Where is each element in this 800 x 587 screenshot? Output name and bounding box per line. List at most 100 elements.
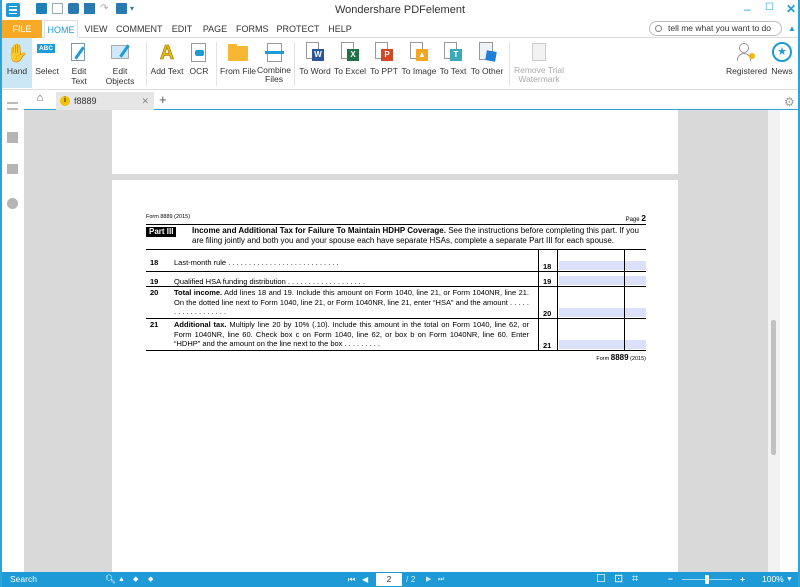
home-icon[interactable]: ⌂ [30, 92, 50, 110]
tab-file[interactable]: FILE [2, 20, 42, 38]
registered-label: Registered [726, 66, 768, 76]
single-page-view-icon[interactable]: ☐ [596, 574, 606, 585]
tab-home[interactable]: HOME [44, 20, 78, 38]
to-image-button[interactable]: ▲ To Image [401, 38, 437, 88]
zoom-dropdown-icon[interactable]: ▼ [786, 574, 793, 585]
line-number: 20 [150, 288, 159, 297]
tab-edit[interactable]: EDIT [170, 20, 194, 38]
title-bar: ↷ ▾ Wondershare PDFelement – ☐ ✕ [2, 0, 798, 20]
zoom-slider-thumb[interactable] [705, 575, 709, 584]
to-text-button[interactable]: T To Text [438, 38, 468, 88]
tab-help[interactable]: HELP [328, 20, 352, 38]
tab-protect[interactable]: PROTECT [276, 20, 320, 38]
amount-field-20[interactable] [559, 308, 646, 317]
to-text-label: To Text [439, 66, 467, 76]
to-ppt-label: To PPT [370, 66, 398, 76]
to-other-icon [476, 42, 498, 64]
registered-button[interactable]: Registered [726, 38, 768, 88]
amount-field-21[interactable] [559, 340, 646, 349]
scrollbar-thumb[interactable] [771, 320, 776, 455]
zoom-level[interactable]: 100% [762, 574, 784, 585]
fit-page-icon[interactable]: ⊡ [614, 574, 623, 585]
settings-gear-icon[interactable]: ⚙ [784, 96, 796, 108]
tab-comment[interactable]: COMMENT [116, 20, 163, 38]
find-icon[interactable]: 🔍︎ [105, 574, 116, 585]
cents-divider [624, 272, 625, 287]
left-sidebar [2, 90, 24, 572]
select-button[interactable]: ABC Select [34, 38, 60, 88]
registered-user-icon [735, 42, 757, 64]
tab-view[interactable]: VIEW [82, 20, 110, 38]
cents-divider [624, 287, 625, 319]
remove-watermark-button[interactable]: Remove Trial Watermark [511, 38, 567, 88]
line-desc: Multiply line 20 by 10% (.10). Include t… [174, 320, 530, 348]
to-ppt-button[interactable]: P To PPT [368, 38, 400, 88]
comment-panel-icon[interactable] [7, 164, 18, 174]
edit-text-icon [68, 42, 90, 64]
form-header-text: Form 8889 (2015) [146, 214, 191, 220]
folder-icon [227, 42, 249, 64]
next-page-icon[interactable]: ▶ [426, 574, 431, 585]
close-icon[interactable]: ✕ [786, 2, 796, 16]
maximize-icon[interactable]: ☐ [765, 2, 774, 13]
tab-page[interactable]: PAGE [202, 20, 228, 38]
previous-result-icon[interactable]: ▲ [118, 574, 125, 585]
form-line-21: 21 Additional tax. Multiply line 20 by 1… [146, 319, 646, 351]
from-file-label: From File [220, 66, 256, 76]
add-text-label: Add Text [150, 66, 184, 76]
hand-button[interactable]: ✋ Hand [2, 38, 32, 88]
to-word-icon: W [304, 42, 326, 64]
amount-field-19[interactable] [559, 276, 646, 285]
page-number: 2 [641, 213, 646, 223]
close-tab-icon[interactable]: ✕ [141, 92, 149, 110]
last-page-icon[interactable]: ⏭ [438, 574, 444, 585]
new-tab-button[interactable]: + [159, 92, 167, 107]
line-number: 19 [150, 277, 159, 286]
add-text-button[interactable]: A Add Text [150, 38, 184, 88]
edit-objects-button[interactable]: Edit Objects [98, 38, 142, 88]
edit-text-button[interactable]: Edit Text [63, 38, 95, 88]
ribbon-separator [146, 42, 147, 86]
to-other-button[interactable]: To Other [469, 38, 505, 88]
line-desc: Add lines 18 and 19. Include this amount… [174, 288, 529, 316]
previous-page-icon[interactable]: ◀ [362, 574, 368, 585]
cents-divider [624, 250, 625, 272]
amount-field-18[interactable] [559, 261, 646, 270]
search-status-button[interactable]: Search [10, 574, 37, 585]
doc-tab-f8889[interactable]: i f8889 ✕ [56, 92, 154, 110]
news-star-icon: ★ [771, 42, 793, 64]
search-panel-icon[interactable] [7, 198, 18, 209]
page-number-input[interactable]: 2 [376, 573, 402, 586]
ribbon-separator [216, 42, 217, 86]
doc-tab-label: f8889 [74, 96, 97, 106]
hand-label: Hand [6, 66, 28, 76]
line-text: Qualified HSA funding distribution . . .… [174, 277, 529, 287]
minimize-icon[interactable]: – [744, 2, 751, 16]
next-match-icon[interactable]: ◆ [148, 574, 153, 585]
collapse-ribbon-icon[interactable]: ▲ [788, 24, 796, 33]
from-file-button[interactable]: From File [220, 38, 256, 88]
ocr-label: OCR [189, 66, 209, 76]
remove-watermark-label: Remove Trial Watermark [513, 65, 565, 84]
to-word-button[interactable]: W To Word [298, 38, 332, 88]
document-canvas[interactable]: Form 8889 (2015) Page 2 Part III Income … [24, 110, 768, 572]
line-text: Additional tax. Multiply line 20 by 10% … [174, 320, 529, 349]
first-page-icon[interactable]: ⏮ [348, 574, 355, 585]
bookmark-icon[interactable] [7, 132, 18, 143]
vertical-scrollbar[interactable] [768, 110, 780, 572]
thumbnails-icon[interactable] [7, 102, 18, 110]
zoom-out-button[interactable]: − [668, 574, 673, 585]
tab-forms[interactable]: FORMS [236, 20, 269, 38]
combine-files-button[interactable]: Combine Files [257, 38, 291, 88]
fit-width-icon[interactable]: ⌗ [632, 574, 638, 585]
page-1-bottom [112, 110, 678, 174]
edit-text-label: Edit Text [71, 66, 87, 86]
search-input[interactable]: tell me what you want to do [649, 21, 782, 36]
zoom-in-button[interactable]: + [740, 574, 745, 585]
to-excel-button[interactable]: X To Excel [333, 38, 367, 88]
news-button[interactable]: ★ News [768, 38, 796, 88]
prev-match-icon[interactable]: ◆ [133, 574, 138, 585]
document-tab-bar: ⌂ i f8889 ✕ + [2, 90, 798, 110]
box-number: 20 [543, 308, 552, 318]
ocr-button[interactable]: OCR [186, 38, 212, 88]
